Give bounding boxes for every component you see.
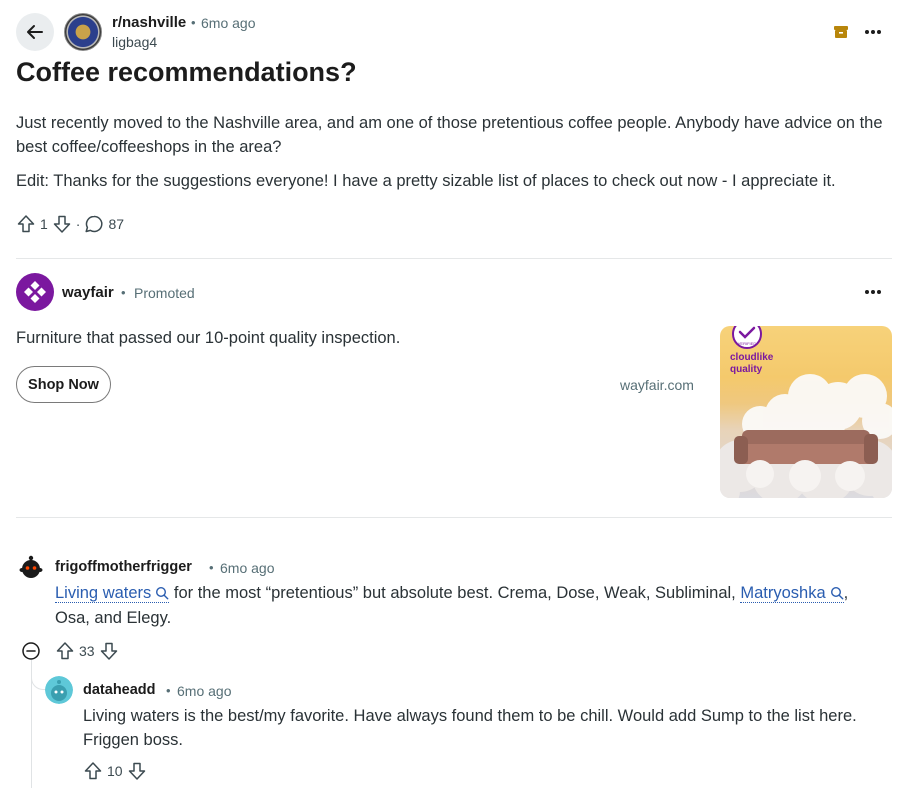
downvote-icon [128, 762, 145, 780]
search-keyword-link[interactable]: Matryoshka [740, 584, 844, 603]
subreddit-name[interactable]: r/nashville [112, 14, 186, 31]
downvote-button[interactable] [99, 641, 119, 661]
shop-now-button[interactable]: Shop Now [16, 366, 111, 403]
comment-username[interactable]: frigoffmotherfrigger [55, 559, 192, 575]
comment-action-bar: 10 [83, 760, 147, 782]
comment-avatar[interactable] [45, 676, 73, 704]
comment-count[interactable]: 87 [108, 216, 124, 232]
back-button[interactable] [16, 13, 54, 51]
keyword-text: Living waters [55, 584, 152, 602]
meta-separator: • [191, 15, 196, 30]
comment-time: 6mo ago [220, 560, 275, 576]
more-icon [865, 290, 881, 294]
post-title: Coffee recommendations? [16, 57, 357, 87]
ad-more-button[interactable] [862, 282, 884, 302]
meta-separator: • [209, 560, 214, 575]
upvote-button[interactable] [55, 641, 75, 661]
post-more-button[interactable] [862, 22, 884, 42]
meta-separator: • [121, 285, 126, 300]
post-body-paragraph: Just recently moved to the Nashville are… [16, 114, 883, 156]
downvote-icon [100, 642, 117, 660]
upvote-icon [84, 762, 102, 780]
post-author[interactable]: ligbag4 [112, 34, 157, 50]
keyword-text: Matryoshka [740, 584, 826, 602]
downvote-icon [53, 215, 71, 233]
comment-avatar[interactable] [17, 553, 45, 581]
search-icon [830, 586, 844, 600]
comment-icon [85, 215, 103, 233]
archive-icon [834, 26, 848, 38]
ad-domain[interactable]: wayfair.com [620, 377, 694, 393]
comment-score: 33 [79, 643, 95, 659]
ad-headline[interactable]: Furniture that passed our 10-point quali… [16, 329, 400, 348]
upvote-button[interactable] [16, 214, 36, 234]
comment-action-bar: 33 [55, 640, 119, 662]
meta-separator: • [166, 683, 171, 698]
back-arrow-icon [27, 25, 43, 39]
upvote-button[interactable] [83, 761, 103, 781]
ad-image-caption: cloudlike quality [730, 352, 774, 375]
search-keyword-link[interactable]: Living waters [55, 584, 170, 603]
comment-text: for the most “pretentious” but absolute … [169, 584, 741, 602]
post-action-bar: 1 · 87 [16, 212, 124, 236]
post-edit-paragraph: Edit: Thanks for the suggestions everyon… [16, 172, 836, 190]
collapse-icon[interactable] [21, 641, 41, 661]
comment-username[interactable]: dataheadd [83, 682, 156, 698]
more-icon [865, 30, 881, 34]
wayfair-logo-icon [24, 281, 46, 303]
upvote-icon [56, 642, 74, 660]
comment-score: 10 [107, 763, 123, 779]
post-body: Just recently moved to the Nashville are… [16, 111, 892, 203]
downvote-button[interactable] [52, 214, 72, 234]
comment-body: Living waters is the best/my favorite. H… [83, 707, 857, 749]
ad-image[interactable]: VERIFIED cloudlike quality [720, 326, 892, 498]
post-score: 1 [40, 216, 48, 232]
advertiser-name[interactable]: wayfair [62, 284, 114, 301]
divider [16, 517, 892, 518]
action-separator: · [75, 216, 81, 232]
badge-text: VERIFIED [738, 341, 757, 346]
subreddit-avatar[interactable] [64, 13, 102, 51]
divider [16, 258, 892, 259]
upvote-icon [17, 215, 35, 233]
promoted-label: Promoted [134, 285, 195, 301]
comment-body: Living waters for the most “pretentious”… [55, 581, 885, 631]
search-icon [156, 586, 169, 600]
post-time: 6mo ago [201, 15, 256, 31]
advertiser-avatar[interactable] [16, 273, 54, 311]
downvote-button[interactable] [127, 761, 147, 781]
comments-button[interactable] [84, 214, 104, 234]
comment-time: 6mo ago [177, 683, 232, 699]
reply-connector [31, 660, 45, 690]
